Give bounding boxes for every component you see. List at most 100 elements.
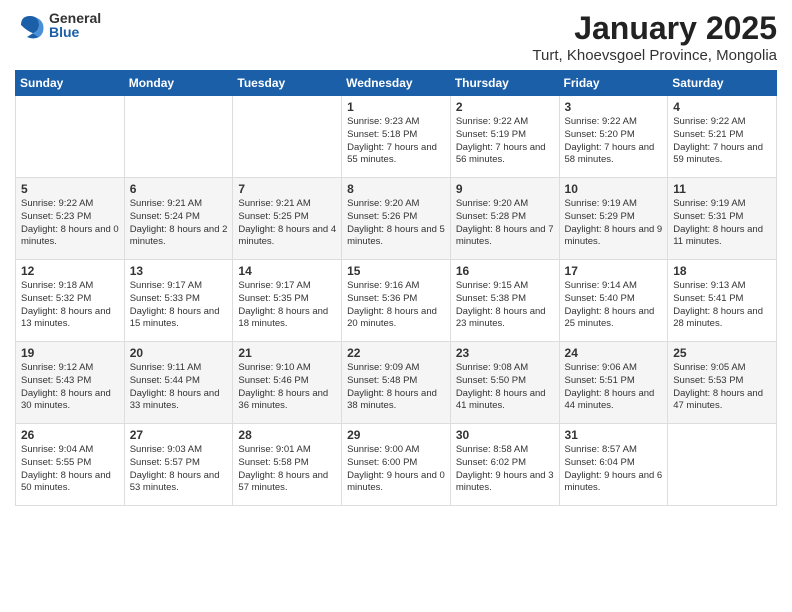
calendar-table: Sunday Monday Tuesday Wednesday Thursday…: [15, 70, 777, 506]
calendar-cell: 19 Sunrise: 9:12 AM Sunset: 5:43 PM Dayli…: [16, 342, 125, 424]
calendar-cell: 6 Sunrise: 9:21 AM Sunset: 5:24 PM Daylig…: [124, 178, 233, 260]
weekday-header-row: Sunday Monday Tuesday Wednesday Thursday…: [16, 71, 777, 96]
day-detail: Sunrise: 9:15 AM Sunset: 5:38 PM Dayligh…: [456, 280, 554, 331]
header-friday: Friday: [559, 71, 668, 96]
day-detail: Sunrise: 9:17 AM Sunset: 5:35 PM Dayligh…: [238, 280, 336, 331]
calendar-cell: [16, 96, 125, 178]
day-detail: Sunrise: 9:08 AM Sunset: 5:50 PM Dayligh…: [456, 362, 554, 413]
calendar-cell: 18 Sunrise: 9:13 AM Sunset: 5:41 PM Dayli…: [668, 260, 777, 342]
day-number: 6: [130, 182, 228, 196]
day-number: 12: [21, 264, 119, 278]
day-detail: Sunrise: 9:10 AM Sunset: 5:46 PM Dayligh…: [238, 362, 336, 413]
calendar-cell: 4 Sunrise: 9:22 AM Sunset: 5:21 PM Daylig…: [668, 96, 777, 178]
calendar-cell: 23 Sunrise: 9:08 AM Sunset: 5:50 PM Dayli…: [450, 342, 559, 424]
day-detail: Sunrise: 9:18 AM Sunset: 5:32 PM Dayligh…: [21, 280, 119, 331]
calendar-cell: 3Sunrise: 9:22 AM Sunset: 5:20 PM Daylig…: [559, 96, 668, 178]
day-detail: Sunrise: 9:09 AM Sunset: 5:48 PM Dayligh…: [347, 362, 445, 413]
logo-blue-text: Blue: [49, 25, 101, 39]
day-number: 16: [456, 264, 554, 278]
day-detail: Sunrise: 9:19 AM Sunset: 5:31 PM Dayligh…: [673, 198, 771, 249]
calendar-cell: 17Sunrise: 9:14 AM Sunset: 5:40 PM Dayli…: [559, 260, 668, 342]
calendar-header: Sunday Monday Tuesday Wednesday Thursday…: [16, 71, 777, 96]
header: General Blue January 2025 Turt, Khoevsgo…: [15, 10, 777, 64]
header-saturday: Saturday: [668, 71, 777, 96]
day-number: 3: [565, 100, 663, 114]
calendar-cell: [233, 96, 342, 178]
day-detail: Sunrise: 8:57 AM Sunset: 6:04 PM Dayligh…: [565, 444, 663, 495]
header-sunday: Sunday: [16, 71, 125, 96]
day-number: 27: [130, 428, 228, 442]
day-number: 18: [673, 264, 771, 278]
calendar-cell: 11 Sunrise: 9:19 AM Sunset: 5:31 PM Dayli…: [668, 178, 777, 260]
day-detail: Sunrise: 8:58 AM Sunset: 6:02 PM Dayligh…: [456, 444, 554, 495]
calendar-week-2: 5Sunrise: 9:22 AM Sunset: 5:23 PM Daylig…: [16, 178, 777, 260]
day-number: 17: [565, 264, 663, 278]
day-number: 23: [456, 346, 554, 360]
day-number: 20: [130, 346, 228, 360]
calendar-cell: 26 Sunrise: 9:04 AM Sunset: 5:55 PM Dayli…: [16, 424, 125, 506]
day-number: 4: [673, 100, 771, 114]
day-detail: Sunrise: 9:21 AM Sunset: 5:25 PM Dayligh…: [238, 198, 336, 249]
calendar-cell: [124, 96, 233, 178]
day-detail: Sunrise: 9:22 AM Sunset: 5:19 PM Dayligh…: [456, 116, 554, 167]
calendar-cell: 28 Sunrise: 9:01 AM Sunset: 5:58 PM Dayli…: [233, 424, 342, 506]
day-number: 11: [673, 182, 771, 196]
calendar-week-4: 19 Sunrise: 9:12 AM Sunset: 5:43 PM Dayli…: [16, 342, 777, 424]
day-number: 7: [238, 182, 336, 196]
day-number: 25: [673, 346, 771, 360]
day-detail: Sunrise: 9:19 AM Sunset: 5:29 PM Dayligh…: [565, 198, 663, 249]
header-tuesday: Tuesday: [233, 71, 342, 96]
calendar-cell: 14 Sunrise: 9:17 AM Sunset: 5:35 PM Dayli…: [233, 260, 342, 342]
day-number: 19: [21, 346, 119, 360]
day-number: 9: [456, 182, 554, 196]
day-detail: Sunrise: 9:06 AM Sunset: 5:51 PM Dayligh…: [565, 362, 663, 413]
calendar-cell: 22 Sunrise: 9:09 AM Sunset: 5:48 PM Dayli…: [342, 342, 451, 424]
logo-text: General Blue: [49, 11, 101, 39]
day-detail: Sunrise: 9:22 AM Sunset: 5:21 PM Dayligh…: [673, 116, 771, 167]
calendar-week-5: 26 Sunrise: 9:04 AM Sunset: 5:55 PM Dayli…: [16, 424, 777, 506]
calendar-cell: 30 Sunrise: 8:58 AM Sunset: 6:02 PM Dayli…: [450, 424, 559, 506]
location: Turt, Khoevsgoel Province, Mongolia: [532, 47, 777, 64]
day-number: 28: [238, 428, 336, 442]
calendar-cell: 1Sunrise: 9:23 AM Sunset: 5:18 PM Daylig…: [342, 96, 451, 178]
day-detail: Sunrise: 9:05 AM Sunset: 5:53 PM Dayligh…: [673, 362, 771, 413]
title-section: January 2025 Turt, Khoevsgoel Province, …: [532, 10, 777, 64]
day-detail: Sunrise: 9:01 AM Sunset: 5:58 PM Dayligh…: [238, 444, 336, 495]
calendar-cell: 16 Sunrise: 9:15 AM Sunset: 5:38 PM Dayli…: [450, 260, 559, 342]
calendar-cell: 9Sunrise: 9:20 AM Sunset: 5:28 PM Daylig…: [450, 178, 559, 260]
calendar-cell: 7 Sunrise: 9:21 AM Sunset: 5:25 PM Daylig…: [233, 178, 342, 260]
calendar-week-1: 1Sunrise: 9:23 AM Sunset: 5:18 PM Daylig…: [16, 96, 777, 178]
page-container: General Blue January 2025 Turt, Khoevsgo…: [0, 0, 792, 516]
day-number: 2: [456, 100, 554, 114]
logo-icon: [15, 10, 45, 40]
day-detail: Sunrise: 9:17 AM Sunset: 5:33 PM Dayligh…: [130, 280, 228, 331]
day-detail: Sunrise: 9:20 AM Sunset: 5:26 PM Dayligh…: [347, 198, 445, 249]
day-number: 26: [21, 428, 119, 442]
day-number: 29: [347, 428, 445, 442]
day-detail: Sunrise: 9:22 AM Sunset: 5:23 PM Dayligh…: [21, 198, 119, 249]
calendar-week-3: 12 Sunrise: 9:18 AM Sunset: 5:32 PM Dayli…: [16, 260, 777, 342]
day-detail: Sunrise: 9:21 AM Sunset: 5:24 PM Dayligh…: [130, 198, 228, 249]
calendar-cell: 12 Sunrise: 9:18 AM Sunset: 5:32 PM Dayli…: [16, 260, 125, 342]
day-number: 13: [130, 264, 228, 278]
day-number: 22: [347, 346, 445, 360]
month-title: January 2025: [532, 10, 777, 47]
logo-general-text: General: [49, 11, 101, 25]
day-detail: Sunrise: 9:00 AM Sunset: 6:00 PM Dayligh…: [347, 444, 445, 495]
calendar-cell: 24 Sunrise: 9:06 AM Sunset: 5:51 PM Dayli…: [559, 342, 668, 424]
day-number: 15: [347, 264, 445, 278]
day-number: 31: [565, 428, 663, 442]
day-detail: Sunrise: 9:12 AM Sunset: 5:43 PM Dayligh…: [21, 362, 119, 413]
calendar-cell: 2 Sunrise: 9:22 AM Sunset: 5:19 PM Daylig…: [450, 96, 559, 178]
day-detail: Sunrise: 9:13 AM Sunset: 5:41 PM Dayligh…: [673, 280, 771, 331]
day-detail: Sunrise: 9:16 AM Sunset: 5:36 PM Dayligh…: [347, 280, 445, 331]
day-number: 30: [456, 428, 554, 442]
day-detail: Sunrise: 9:03 AM Sunset: 5:57 PM Dayligh…: [130, 444, 228, 495]
day-number: 21: [238, 346, 336, 360]
day-number: 14: [238, 264, 336, 278]
header-thursday: Thursday: [450, 71, 559, 96]
day-detail: Sunrise: 9:04 AM Sunset: 5:55 PM Dayligh…: [21, 444, 119, 495]
day-number: 8: [347, 182, 445, 196]
calendar-cell: [668, 424, 777, 506]
day-number: 24: [565, 346, 663, 360]
